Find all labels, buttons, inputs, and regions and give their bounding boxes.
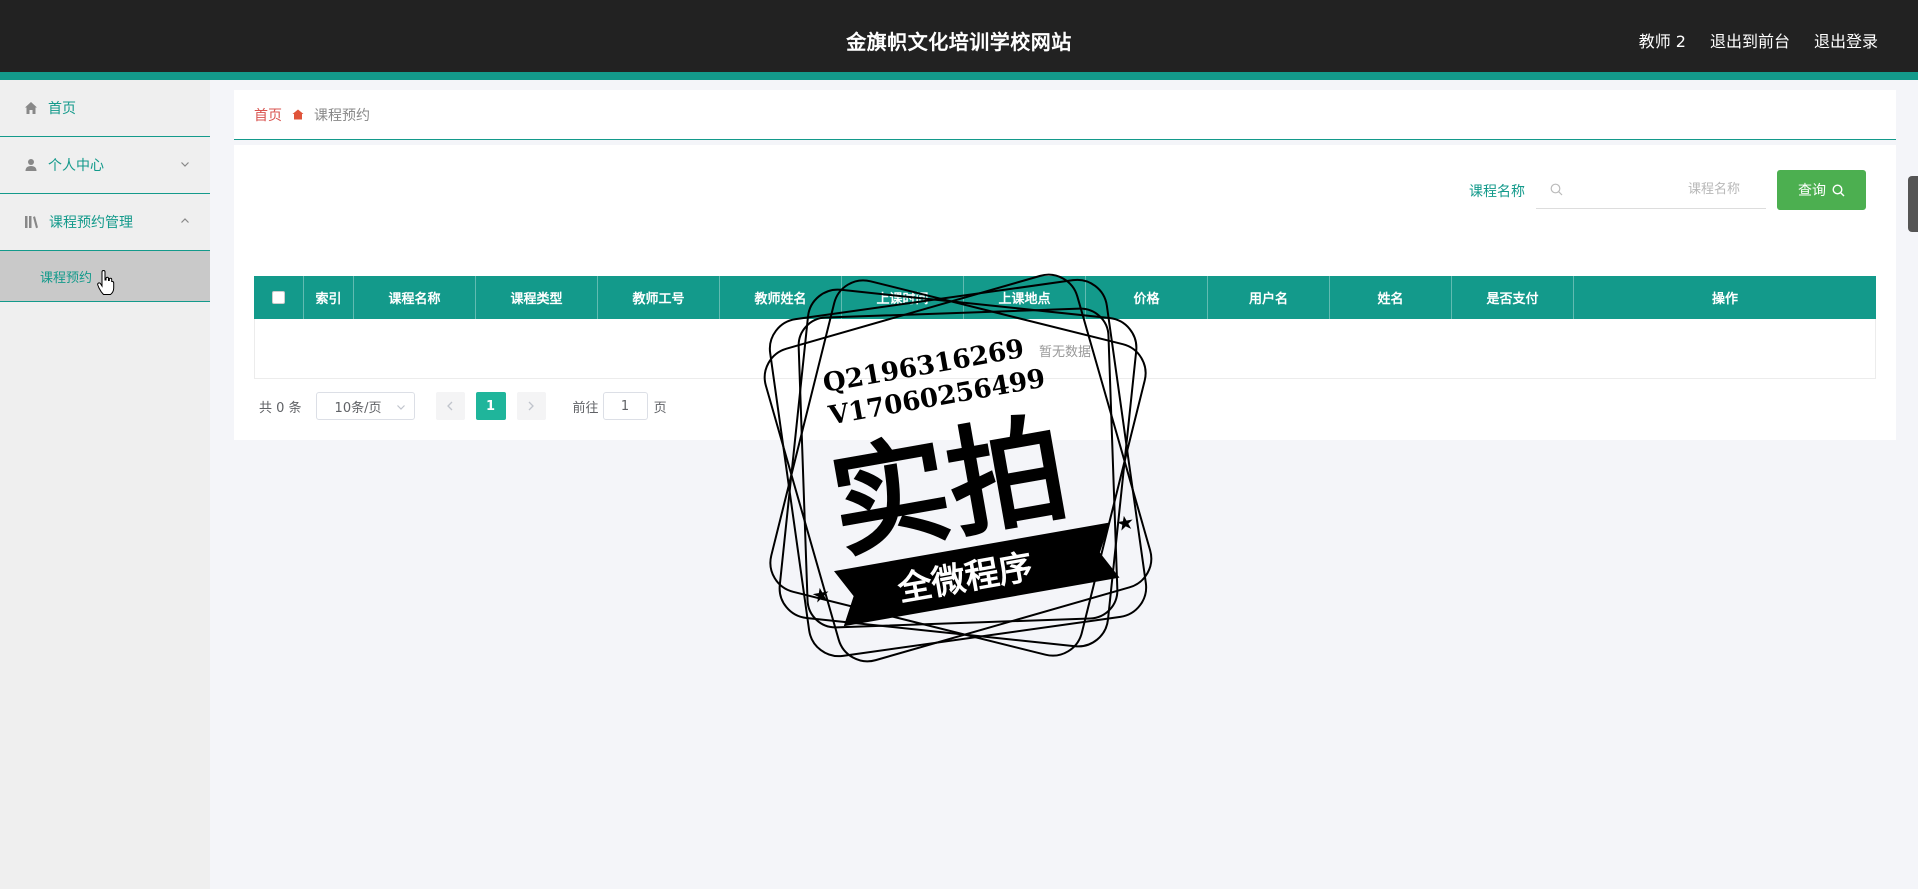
home-icon [25, 102, 37, 114]
site-title: 金旗帜文化培训学校网站 [846, 30, 1072, 54]
chevron-left-icon [447, 401, 453, 411]
search-label: 课程名称 [1469, 184, 1525, 200]
goto-prefix: 前往 [572, 400, 599, 416]
search-icon [1832, 183, 1845, 196]
goto-page-input[interactable] [602, 392, 648, 420]
search-button[interactable]: 查询 [1777, 170, 1866, 210]
column-header[interactable]: 姓名 [1330, 276, 1452, 319]
total-count: 共 0 条 [259, 400, 302, 416]
search-button-label: 查询 [1798, 183, 1826, 199]
exit-to-front-link[interactable]: 退出到前台 [1710, 28, 1790, 52]
page-size-select[interactable]: 10条/页 [315, 392, 415, 420]
header-accent-bar [0, 72, 1918, 80]
side-tab-handle[interactable] [1908, 176, 1918, 232]
column-header: 操作 [1711, 292, 1738, 307]
sidebar-item-label: 个人中心 [48, 158, 104, 174]
sidebar-item-home[interactable]: 首页 [0, 80, 210, 137]
chevron-down-icon [181, 162, 189, 167]
user-icon [25, 159, 37, 171]
pagination: 共 0 条 10条/页 1 前往 页 [259, 392, 667, 420]
logout-link[interactable]: 退出登录 [1814, 28, 1878, 52]
breadcrumb-current: 课程预约 [314, 107, 370, 124]
current-user-link[interactable]: 教师 2 [1639, 28, 1686, 52]
select-all-cell [254, 276, 304, 319]
watermark-stamp: Q2196316269 V17060256499 实拍 全微程序 [763, 273, 1153, 663]
page-size-value: 10条/页 [334, 400, 382, 416]
sidebar-item-label: 课程预约管理 [49, 215, 133, 231]
column-header[interactable]: 索引 [304, 276, 354, 319]
next-page-button[interactable] [516, 392, 546, 420]
house-icon [292, 109, 304, 120]
prev-page-button[interactable] [435, 392, 465, 420]
hand-cursor-icon [97, 270, 115, 295]
header-links: 教师 2 退出到前台 退出登录 [1639, 28, 1878, 52]
top-header: 金旗帜文化培训学校网站 教师 2 退出到前台 退出登录 [0, 0, 1918, 80]
sidebar-subitem-label: 课程预约 [40, 270, 93, 286]
column-header[interactable]: 课程名称 [354, 276, 476, 319]
sidebar-item-booking-management[interactable]: 课程预约管理 [0, 194, 210, 251]
chevron-up-icon [181, 218, 189, 223]
sidebar-item-label: 首页 [48, 101, 76, 117]
select-all-checkbox[interactable] [272, 291, 285, 304]
breadcrumb: 首页 课程预约 [234, 90, 1896, 140]
page-number-button[interactable]: 1 [475, 392, 506, 420]
column-header[interactable]: 教师工号 [598, 276, 720, 319]
goto-suffix: 页 [653, 400, 667, 416]
sidebar-item-personal-center[interactable]: 个人中心 [0, 137, 210, 194]
search-field [1536, 171, 1766, 209]
breadcrumb-home-link[interactable]: 首页 [254, 105, 282, 125]
sidebar: 首页 个人中心 课程预约管理 课程预约 [0, 80, 210, 889]
search-input[interactable] [1536, 171, 1766, 208]
search-icon [1550, 183, 1563, 196]
column-header[interactable]: 课程类型 [476, 276, 598, 319]
column-header[interactable]: 是否支付 [1452, 276, 1574, 319]
column-header[interactable]: 用户名 [1208, 276, 1330, 319]
library-icon [25, 216, 38, 229]
chevron-down-icon [396, 405, 405, 410]
chevron-right-icon [528, 401, 534, 411]
